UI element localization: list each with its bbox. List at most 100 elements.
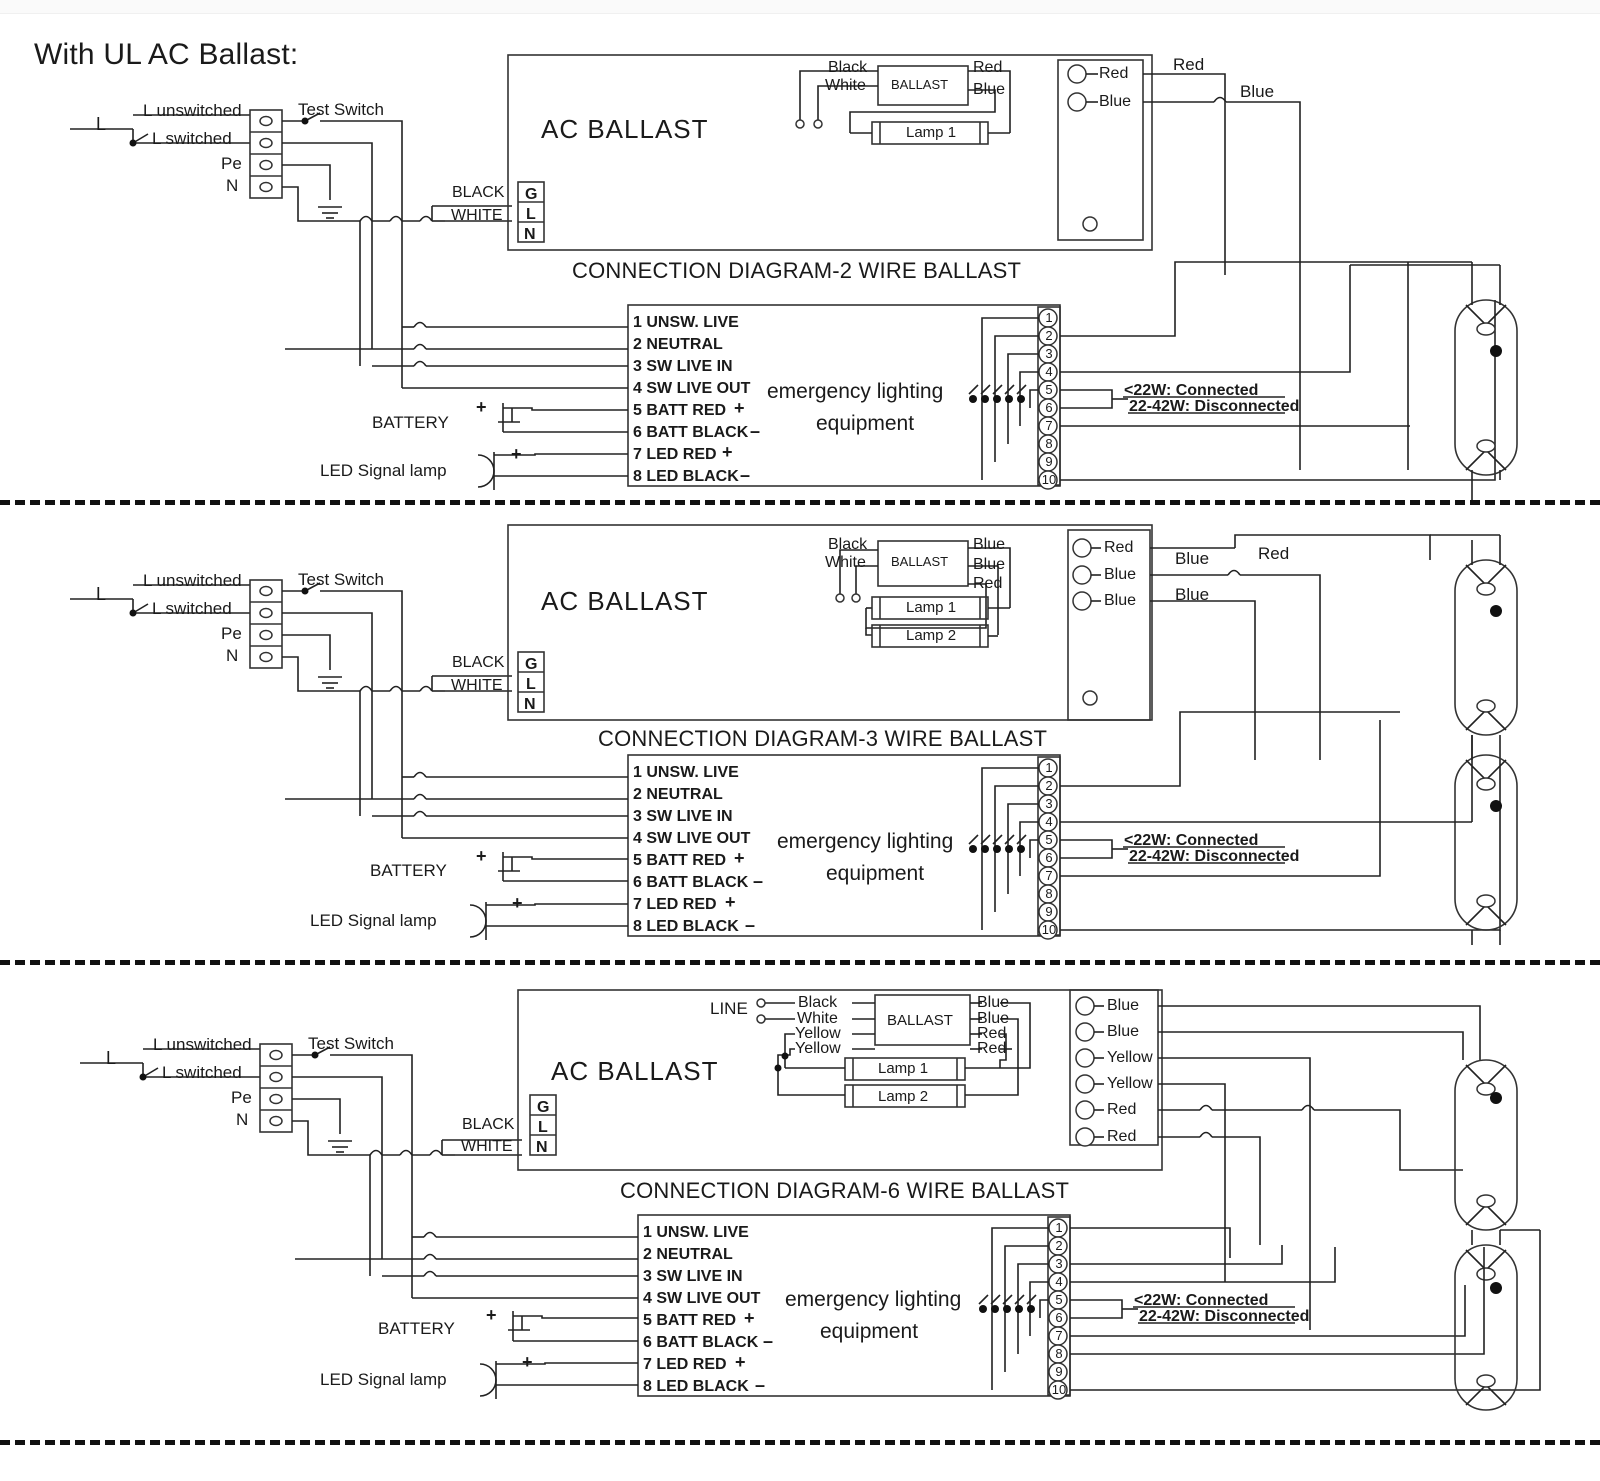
- gln-n-1: N: [524, 226, 536, 243]
- connector-wire-blue1-2: Blue: [1104, 566, 1137, 583]
- pin-number-8-1: 8: [1045, 436, 1053, 451]
- connector-wire-blue1-3: Blue: [1107, 997, 1140, 1014]
- terminal-5-sign-3: +: [744, 1308, 755, 1328]
- note-connected-3: <22W: Connected: [1134, 1292, 1269, 1309]
- ballast-output-blue1-2: Blue: [973, 536, 1006, 553]
- terminal-5-sign-1: +: [734, 398, 745, 418]
- pin-number-4-1: 4: [1045, 364, 1053, 379]
- section-caption-2: CONNECTION DIAGRAM-3 WIRE BALLAST: [598, 726, 1048, 751]
- line-label-3: L: [106, 1048, 117, 1068]
- pin-number-5-3: 5: [1055, 1292, 1063, 1307]
- connector-wire-red2-3: Red: [1107, 1128, 1137, 1145]
- lamp-label-1-1: Lamp 1: [906, 124, 957, 141]
- pin-number-4-3: 4: [1055, 1274, 1063, 1289]
- terminal-7-led-red-1: 7 LED RED: [633, 446, 717, 463]
- battery-label-3: BATTERY: [378, 1319, 455, 1338]
- terminal-label-l-switched-1: L switched: [152, 129, 232, 148]
- terminal-3-sw-live-in-1: 3 SW LIVE IN: [633, 358, 733, 375]
- emergency-label-line1-3: emergency lighting: [785, 1288, 962, 1311]
- pin-number-6-3: 6: [1055, 1310, 1063, 1325]
- ballast-output-red-2: Red: [973, 575, 1003, 592]
- terminal-label-pe-3: Pe: [231, 1088, 252, 1107]
- terminal-5-batt-red-1: 5 BATT RED: [633, 402, 727, 419]
- external-wire-blue1-2: Blue: [1175, 549, 1210, 568]
- pin-number-7-1: 7: [1045, 418, 1053, 433]
- terminal-4-sw-live-out-1: 4 SW LIVE OUT: [633, 380, 751, 397]
- terminal-5-batt-red-2: 5 BATT RED: [633, 852, 727, 869]
- terminal-3-sw-live-in-3: 3 SW LIVE IN: [643, 1268, 743, 1285]
- pin-number-2-2: 2: [1045, 778, 1053, 793]
- battery-plus-1: +: [476, 397, 487, 417]
- terminal-1-unsw-live-3: 1 UNSW. LIVE: [643, 1224, 749, 1241]
- external-wire-blue2-2: Blue: [1175, 585, 1210, 604]
- pin-number-9-3: 9: [1055, 1364, 1063, 1379]
- test-switch-label-2: Test Switch: [298, 570, 384, 589]
- ballast-output-blue1-3: Blue: [977, 994, 1010, 1011]
- pin-number-6-2: 6: [1045, 850, 1053, 865]
- pin-number-7-2: 7: [1045, 868, 1053, 883]
- led-plus-1: +: [511, 444, 522, 464]
- terminal-8-sign-1: –: [740, 465, 751, 485]
- terminal-4-sw-live-out-3: 4 SW LIVE OUT: [643, 1290, 761, 1307]
- section-caption-3: CONNECTION DIAGRAM-6 WIRE BALLAST: [620, 1178, 1070, 1203]
- pin-number-3-2: 3: [1045, 796, 1053, 811]
- pin-number-5-1: 5: [1045, 382, 1053, 397]
- connector-wire-yellow1-3: Yellow: [1107, 1049, 1153, 1066]
- ballast-box-label-3: BALLAST: [887, 1012, 953, 1029]
- led-plus-3: +: [522, 1352, 533, 1372]
- line-label-2: L: [96, 584, 107, 604]
- pin-number-10-2: 10: [1041, 922, 1057, 937]
- terminal-6-batt-black-1: 6 BATT BLACK: [633, 424, 749, 441]
- terminal-1-unsw-live-1: 1 UNSW. LIVE: [633, 314, 739, 331]
- ballast-input-black-2: Black: [828, 536, 868, 553]
- emergency-label-line2-3: equipment: [820, 1320, 919, 1343]
- ballast-output-red-1: Red: [973, 59, 1003, 76]
- note-disconnected-3: 22-42W: Disconnected: [1139, 1308, 1310, 1325]
- section-divider-3: [0, 1440, 1600, 1445]
- terminal-5-sign-2: +: [734, 848, 745, 868]
- external-wire-red-1: Red: [1173, 55, 1205, 74]
- ac-ballast-label-2: AC BALLAST: [541, 586, 709, 616]
- gln-l-1: L: [526, 206, 536, 223]
- white-wire-label-3: WHITE: [461, 1138, 513, 1155]
- white-wire-label-2: WHITE: [451, 677, 503, 694]
- note-connected-1: <22W: Connected: [1124, 382, 1259, 399]
- gln-n-3: N: [536, 1139, 548, 1156]
- pin-number-1-1: 1: [1045, 310, 1053, 325]
- black-wire-label-2: BLACK: [452, 654, 505, 671]
- gln-n-2: N: [524, 696, 536, 713]
- ac-ballast-label-3: AC BALLAST: [551, 1056, 719, 1086]
- terminal-6-sign-3: –: [763, 1331, 774, 1351]
- battery-label-2: BATTERY: [370, 861, 447, 880]
- pin-number-4-2: 4: [1045, 814, 1053, 829]
- black-wire-label-1: BLACK: [452, 184, 505, 201]
- external-wire-blue-1: Blue: [1240, 82, 1275, 101]
- terminal-5-batt-red-3: 5 BATT RED: [643, 1312, 737, 1329]
- ballast-input-white-1: White: [825, 77, 866, 94]
- ballast-input-yellow2-3: Yellow: [795, 1040, 841, 1057]
- black-wire-label-3: BLACK: [462, 1116, 515, 1133]
- terminal-2-neutral-3: 2 NEUTRAL: [643, 1246, 733, 1263]
- connector-wire-red-1: Red: [1099, 65, 1129, 82]
- pin-number-8-3: 8: [1055, 1346, 1063, 1361]
- pin-number-6-1: 6: [1045, 400, 1053, 415]
- lamp-label-1-2: Lamp 1: [906, 599, 957, 616]
- terminal-7-sign-1: +: [722, 442, 733, 462]
- terminal-label-n-1: N: [226, 176, 239, 195]
- ballast-input-black-3: Black: [798, 994, 838, 1011]
- gln-g-3: G: [537, 1099, 550, 1116]
- external-wire-red-2: Red: [1258, 544, 1290, 563]
- ballast-output-blue2-2: Blue: [973, 556, 1006, 573]
- pin-number-7-3: 7: [1055, 1328, 1063, 1343]
- emergency-label-line2-1: equipment: [816, 412, 915, 435]
- terminal-label-n-3: N: [236, 1110, 249, 1129]
- led-signal-lamp-label-2: LED Signal lamp: [310, 911, 437, 930]
- terminal-label-l-unswitched-2: L unswitched: [143, 571, 242, 590]
- terminal-label-l-unswitched-1: L unswitched: [143, 101, 242, 120]
- terminal-1-unsw-live-2: 1 UNSW. LIVE: [633, 764, 739, 781]
- pin-number-9-2: 9: [1045, 904, 1053, 919]
- ballast-input-white-2: White: [825, 554, 866, 571]
- pin-number-10-3: 10: [1051, 1382, 1067, 1397]
- ballast-input-black-1: Black: [828, 59, 868, 76]
- gln-g-2: G: [525, 656, 538, 673]
